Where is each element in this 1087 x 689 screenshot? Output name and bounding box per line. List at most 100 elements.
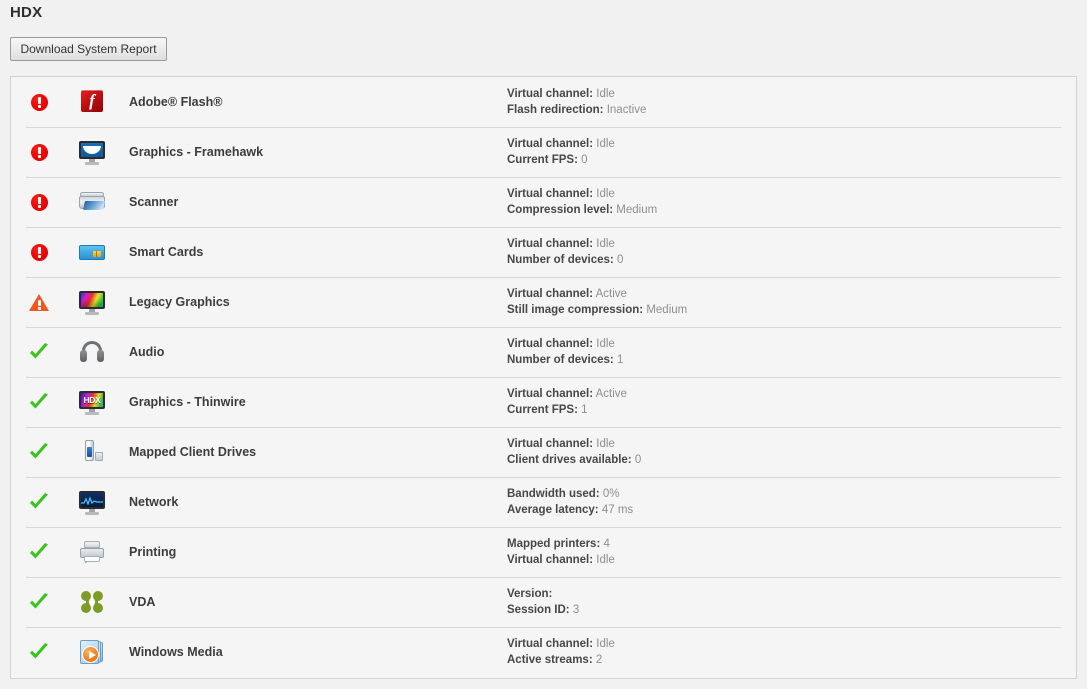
- table-row[interactable]: Legacy GraphicsVirtual channel: ActiveSt…: [11, 277, 1076, 327]
- component-details: Virtual channel: IdleCurrent FPS: 0: [507, 136, 1076, 168]
- legacy-graphics-icon: [78, 288, 106, 316]
- detail-value: Idle: [596, 338, 615, 350]
- detail-line: Number of devices: 1: [507, 352, 1076, 368]
- status-ok-icon: [28, 542, 50, 562]
- detail-key: Virtual channel:: [507, 138, 593, 150]
- status-error-icon: [31, 144, 48, 161]
- component-name: Printing: [117, 545, 507, 559]
- table-row[interactable]: PrintingMapped printers: 4 Virtual channe…: [11, 527, 1076, 577]
- status-cell: [11, 392, 67, 412]
- table-row[interactable]: Mapped Client DrivesVirtual channel: Idl…: [11, 427, 1076, 477]
- component-details: Mapped printers: 4 Virtual channel: Idle: [507, 536, 1076, 568]
- detail-line: Mapped printers: 4: [507, 536, 1076, 552]
- detail-value: Medium: [646, 304, 687, 316]
- table-row[interactable]: f Adobe® Flash®Virtual channel: Idle Flash…: [11, 77, 1076, 127]
- page-title: HDX: [10, 4, 42, 21]
- component-details: Virtual channel: IdleNumber of devices: …: [507, 236, 1076, 268]
- status-ok-icon: [28, 342, 50, 362]
- detail-line: Average latency: 47 ms: [507, 502, 1076, 518]
- detail-key: Flash redirection:: [507, 104, 604, 116]
- detail-line: Virtual channel: Idle: [507, 136, 1076, 152]
- component-name: Legacy Graphics: [117, 295, 507, 309]
- detail-value: 0: [581, 154, 587, 166]
- detail-key: Current FPS:: [507, 154, 578, 166]
- status-cell: [11, 642, 67, 662]
- status-ok-icon: [28, 592, 50, 612]
- component-icon-cell: [67, 288, 117, 316]
- component-icon-cell: [67, 488, 117, 516]
- status-error-icon: [31, 194, 48, 211]
- detail-key: Mapped printers:: [507, 538, 600, 550]
- table-row[interactable]: Smart CardsVirtual channel: IdleNumber o…: [11, 227, 1076, 277]
- detail-key: Active streams:: [507, 654, 593, 666]
- detail-key: Bandwidth used:: [507, 488, 600, 500]
- component-icon-cell: [67, 338, 117, 366]
- component-name: Network: [117, 495, 507, 509]
- table-row[interactable]: Windows MediaVirtual channel: IdleActive…: [11, 627, 1076, 677]
- detail-key: Client drives available:: [507, 454, 632, 466]
- detail-value: 0: [617, 254, 623, 266]
- download-system-report-button[interactable]: Download System Report: [10, 37, 167, 61]
- detail-key: Number of devices:: [507, 354, 614, 366]
- status-error-icon: [31, 244, 48, 261]
- component-icon-cell: [67, 238, 117, 266]
- detail-key: Virtual channel:: [507, 638, 593, 650]
- detail-value: Idle: [596, 188, 615, 200]
- detail-line: Compression level: Medium: [507, 202, 1076, 218]
- table-row[interactable]: ScannerVirtual channel: IdleCompression …: [11, 177, 1076, 227]
- vda-icon: [78, 588, 106, 616]
- component-icon-cell: HDX: [67, 388, 117, 416]
- detail-key: Version:: [507, 588, 552, 600]
- detail-key: Virtual channel:: [507, 288, 593, 300]
- table-row[interactable]: HDXGraphics - ThinwireVirtual channel: A…: [11, 377, 1076, 427]
- component-details: Bandwidth used: 0%Average latency: 47 ms: [507, 486, 1076, 518]
- component-icon-cell: f: [67, 88, 117, 116]
- status-ok-icon: [28, 442, 50, 462]
- component-icon-cell: [67, 138, 117, 166]
- table-row[interactable]: AudioVirtual channel: IdleNumber of devi…: [11, 327, 1076, 377]
- status-cell: [11, 244, 67, 261]
- detail-key: Session ID:: [507, 604, 570, 616]
- status-cell: [11, 194, 67, 211]
- table-row[interactable]: VDAVersion: Session ID: 3: [11, 577, 1076, 627]
- detail-line: Virtual channel: Idle: [507, 186, 1076, 202]
- component-name: Scanner: [117, 195, 507, 209]
- detail-line: Virtual channel: Idle: [507, 336, 1076, 352]
- detail-line: Virtual channel: Idle: [507, 86, 1076, 102]
- table-row[interactable]: Graphics - FramehawkVirtual channel: Idl…: [11, 127, 1076, 177]
- detail-key: Virtual channel:: [507, 554, 593, 566]
- adobe-flash-icon: f: [78, 88, 106, 116]
- component-icon-cell: [67, 638, 117, 666]
- detail-value: 1: [617, 354, 623, 366]
- windows-media-icon: [78, 638, 106, 666]
- detail-value: Medium: [616, 204, 657, 216]
- detail-value: Idle: [596, 88, 615, 100]
- component-details: Virtual channel: ActiveCurrent FPS: 1: [507, 386, 1076, 418]
- detail-value: Idle: [596, 554, 615, 566]
- component-details: Version: Session ID: 3: [507, 586, 1076, 618]
- component-details: Virtual channel: ActiveStill image compr…: [507, 286, 1076, 318]
- detail-key: Average latency:: [507, 504, 599, 516]
- component-details: Virtual channel: IdleNumber of devices: …: [507, 336, 1076, 368]
- detail-value: 0: [635, 454, 641, 466]
- detail-line: Still image compression: Medium: [507, 302, 1076, 318]
- printing-icon: [78, 538, 106, 566]
- component-name: VDA: [117, 595, 507, 609]
- component-name: Audio: [117, 345, 507, 359]
- component-icon-cell: [67, 538, 117, 566]
- detail-key: Current FPS:: [507, 404, 578, 416]
- detail-key: Still image compression:: [507, 304, 643, 316]
- detail-value: Idle: [596, 138, 615, 150]
- component-details: Virtual channel: IdleActive streams: 2: [507, 636, 1076, 668]
- detail-line: Virtual channel: Idle: [507, 436, 1076, 452]
- detail-line: Virtual channel: Active: [507, 386, 1076, 402]
- graphics-thinwire-icon: HDX: [78, 388, 106, 416]
- component-name: Adobe® Flash®: [117, 95, 507, 109]
- table-row[interactable]: NetworkBandwidth used: 0%Average latency…: [11, 477, 1076, 527]
- detail-key: Virtual channel:: [507, 388, 593, 400]
- status-cell: [11, 492, 67, 512]
- detail-line: Current FPS: 0: [507, 152, 1076, 168]
- detail-value: Idle: [596, 438, 615, 450]
- scanner-icon: [78, 188, 106, 216]
- detail-line: Session ID: 3: [507, 602, 1076, 618]
